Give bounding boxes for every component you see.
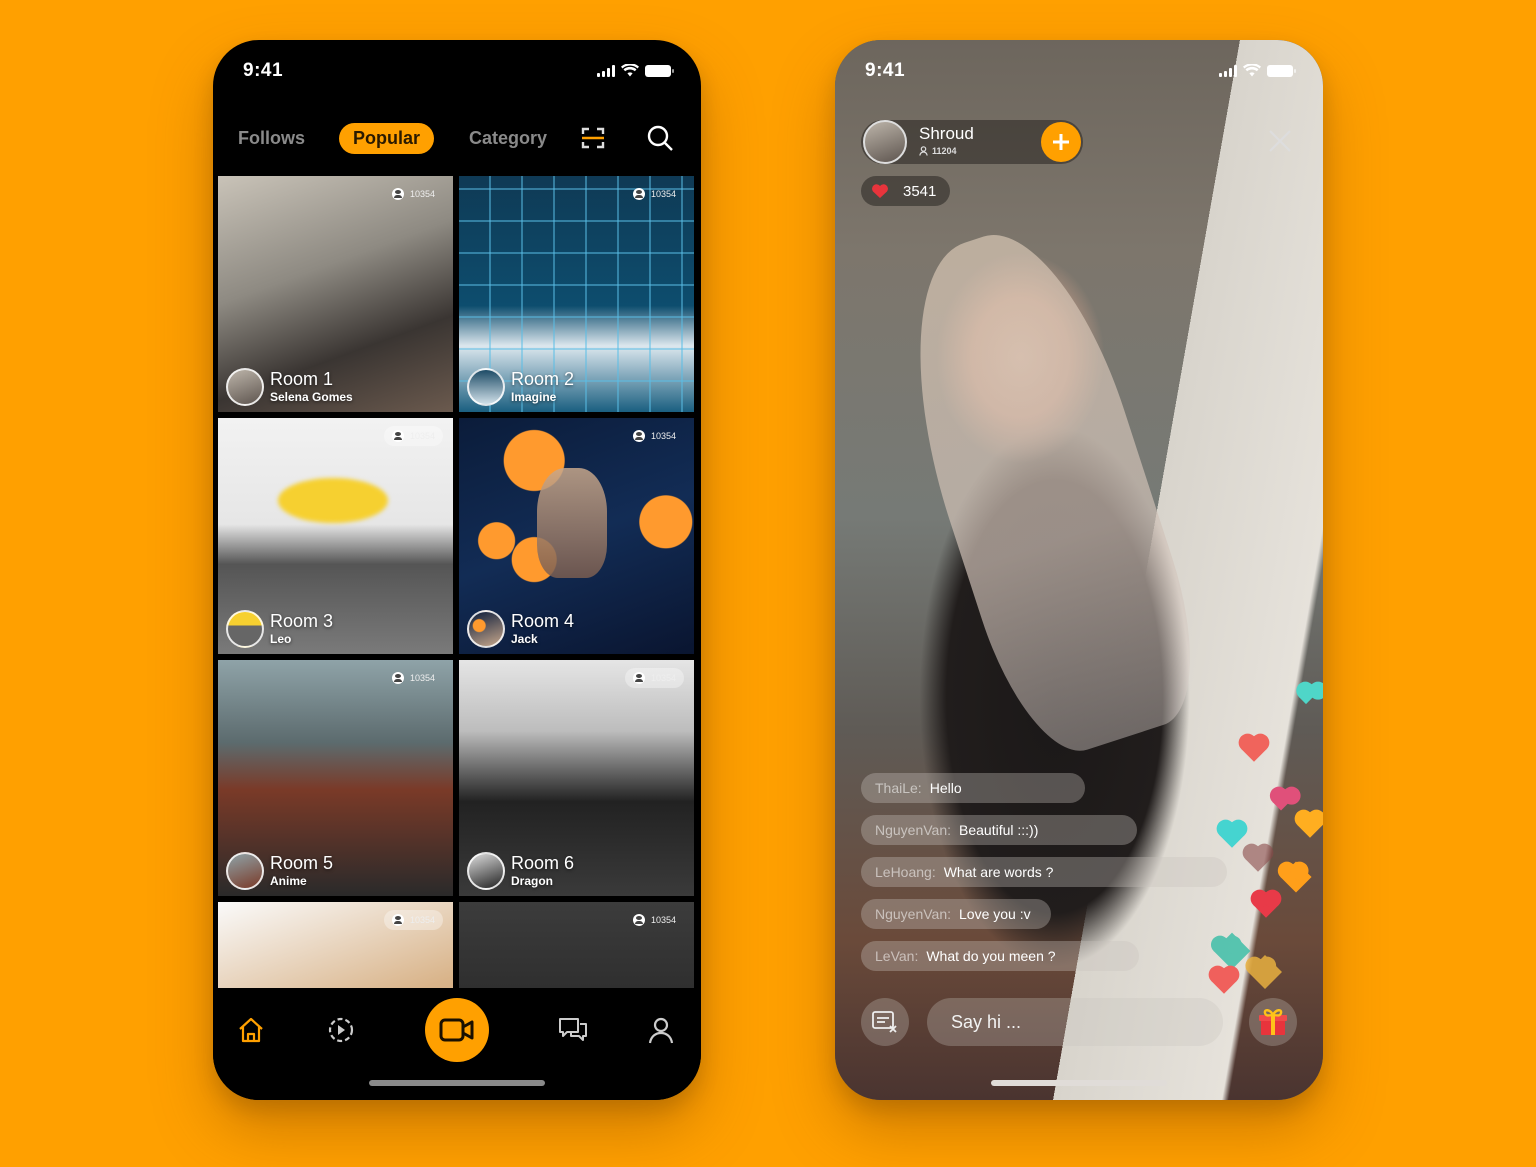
plus-icon xyxy=(1053,134,1069,150)
viewer-icon xyxy=(391,672,404,684)
viewer-badge: 10354 xyxy=(625,426,684,446)
room-tile[interactable]: 10354 xyxy=(459,902,694,990)
host-name: Selena Gomes xyxy=(270,390,353,404)
heart-icon xyxy=(1298,689,1314,705)
home-icon[interactable] xyxy=(231,1010,271,1050)
viewer-badge: 10354 xyxy=(624,668,684,688)
close-icon[interactable] xyxy=(1267,128,1293,154)
chat-message: NguyenVan: Love you :v xyxy=(861,899,1051,929)
status-time: 9:41 xyxy=(243,60,284,81)
room-tile[interactable]: 10354 Room 2 Imagine xyxy=(459,176,694,412)
floating-hearts xyxy=(1211,680,1323,994)
heart-icon xyxy=(1253,892,1279,918)
scan-icon[interactable] xyxy=(579,124,607,152)
heart-icon xyxy=(1280,861,1312,893)
viewer-badge: 10354 xyxy=(384,668,443,688)
chat-list: ThaiLe: Hello NguyenVan: Beautiful :::)) L… xyxy=(861,773,1227,983)
viewer-icon xyxy=(632,914,645,926)
battery-icon xyxy=(645,64,674,77)
host-avatar xyxy=(226,368,264,406)
viewer-badge: 10354 xyxy=(383,910,443,930)
wifi-icon xyxy=(1243,64,1261,77)
battery-icon xyxy=(1267,64,1296,77)
heart-icon xyxy=(872,184,888,198)
heart-icon xyxy=(1245,846,1271,872)
room-tile[interactable]: 10354 Room 3 Leo xyxy=(218,418,453,654)
status-bar: 9:41 xyxy=(835,40,1323,100)
heart-icon xyxy=(1297,812,1323,838)
heart-icon xyxy=(1272,793,1290,811)
tab-popular[interactable]: Popular xyxy=(339,122,435,154)
chat-input[interactable] xyxy=(927,998,1223,1046)
room-title: Room 6 xyxy=(511,853,575,873)
signal-icon xyxy=(597,64,615,77)
room-title: Room 3 xyxy=(270,611,334,631)
room-tile[interactable]: 10354 Room 1 Selena Gomes xyxy=(218,176,453,412)
viewer-icon xyxy=(632,188,645,200)
person-icon xyxy=(919,146,928,156)
host-name: Jack xyxy=(511,632,538,646)
video-camera-icon xyxy=(439,1018,474,1042)
host-avatar xyxy=(226,610,264,648)
follow-button[interactable] xyxy=(1041,122,1081,162)
room-title: Room 2 xyxy=(511,369,575,389)
room-grid: 10354 Room 1 Selena Gomes 10354 Room 2 Ima… xyxy=(218,176,696,990)
heart-icon xyxy=(1241,736,1267,762)
chat-message: NguyenVan: Beautiful :::)) xyxy=(861,815,1137,845)
chat-toggle-icon[interactable] xyxy=(861,998,909,1046)
host-name: Imagine xyxy=(511,390,557,404)
viewer-badge: 10354 xyxy=(625,910,684,930)
room-tile[interactable]: 10354 Room 5 Anime xyxy=(218,660,453,896)
room-title: Room 1 xyxy=(270,369,334,389)
room-title: Room 5 xyxy=(270,853,334,873)
top-nav: Follows Popular Category xyxy=(213,118,701,158)
chat-message: ThaiLe: Hello xyxy=(861,773,1085,803)
chat-composer xyxy=(835,996,1323,1046)
host-name: Leo xyxy=(270,632,292,646)
room-title: Room 4 xyxy=(511,611,575,631)
host-avatar xyxy=(467,368,505,406)
viewer-badge: 10354 xyxy=(383,426,443,446)
host-avatar xyxy=(467,610,505,648)
room-tile[interactable]: 10354 xyxy=(218,902,453,990)
host-name: Shroud xyxy=(919,124,974,143)
viewer-icon xyxy=(391,188,404,200)
status-bar: 9:41 xyxy=(213,40,701,100)
home-indicator xyxy=(369,1080,545,1086)
profile-icon[interactable] xyxy=(641,1010,681,1050)
gift-button[interactable] xyxy=(1249,998,1297,1046)
host-avatar xyxy=(226,852,264,890)
wifi-icon xyxy=(621,64,639,77)
live-stream-phone: 9:41 Shroud 11204 3541 ThaiLe: Hello Nguy… xyxy=(835,40,1323,1100)
host-avatar xyxy=(863,120,907,164)
go-live-button[interactable] xyxy=(425,998,489,1062)
host-avatar xyxy=(467,852,505,890)
bottom-nav xyxy=(213,988,701,1100)
host-name: Anime xyxy=(270,874,307,888)
host-name: Dragon xyxy=(511,874,553,888)
chat-message: LeHoang: What are words ? xyxy=(861,857,1227,887)
viewer-badge: 10354 xyxy=(625,184,684,204)
gift-icon xyxy=(1259,1009,1287,1035)
live-list-phone: 9:41 Follows Popular Category 10354 Room… xyxy=(213,40,701,1100)
messages-icon[interactable] xyxy=(553,1010,593,1050)
tab-follows[interactable]: Follows xyxy=(238,128,305,149)
tab-category[interactable]: Category xyxy=(469,128,547,149)
follower-count: 11204 xyxy=(919,146,957,156)
viewer-badge: 10354 xyxy=(384,184,443,204)
room-tile[interactable]: 10354 Room 6 Dragon xyxy=(459,660,694,896)
room-tile[interactable]: 10354 Room 4 Jack xyxy=(459,418,694,654)
status-time: 9:41 xyxy=(865,60,906,81)
search-icon[interactable] xyxy=(645,123,675,153)
viewer-icon xyxy=(632,430,645,442)
home-indicator xyxy=(991,1080,1167,1086)
viewer-icon xyxy=(632,672,645,684)
heart-icon xyxy=(1219,822,1245,848)
chat-message: LeVan: What do you meen ? xyxy=(861,941,1139,971)
viewer-icon xyxy=(391,914,404,926)
playback-icon[interactable] xyxy=(321,1010,361,1050)
likes-counter: 3541 xyxy=(861,176,951,206)
signal-icon xyxy=(1219,64,1237,77)
viewer-icon xyxy=(391,430,404,442)
